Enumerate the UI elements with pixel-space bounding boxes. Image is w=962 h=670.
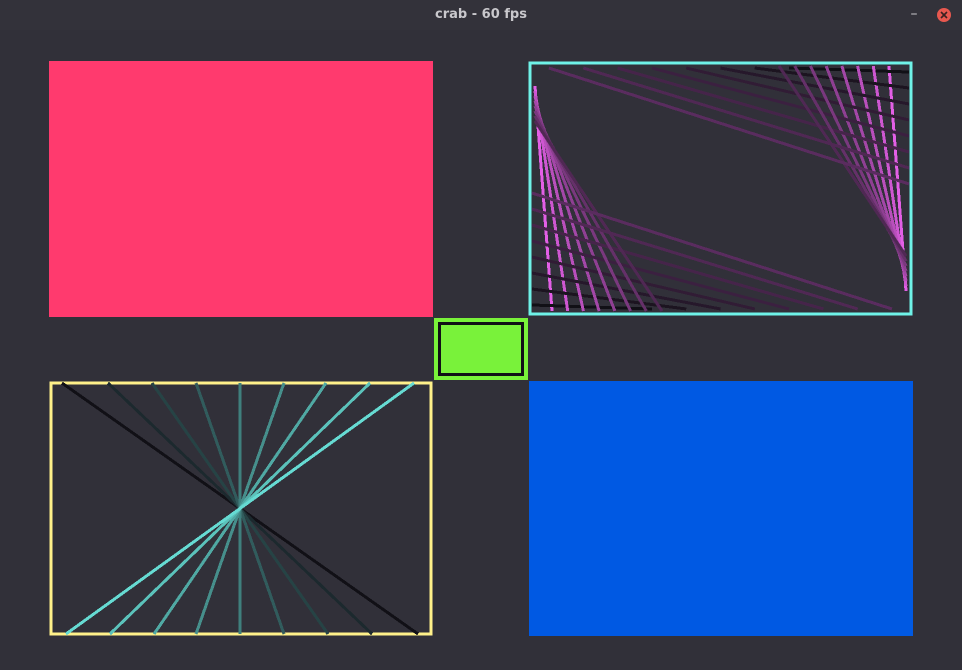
pink-rectangle (49, 61, 433, 317)
blue-rectangle (529, 381, 913, 636)
green-box (434, 318, 528, 380)
fan-lines (61, 381, 419, 636)
close-button[interactable] (937, 8, 951, 22)
curve-line (788, 66, 910, 74)
curves-panel (528, 61, 913, 316)
curve-line (531, 191, 893, 311)
curve-lines (531, 65, 910, 312)
lines-panel (49, 381, 433, 636)
curve-line (548, 66, 910, 186)
minimize-button[interactable]: – (906, 4, 922, 24)
green-box-fill (434, 318, 528, 380)
scene-svg (49, 61, 913, 636)
window-title: crab - 60 fps (435, 7, 527, 22)
render-canvas[interactable] (0, 30, 962, 670)
curve-line (531, 303, 653, 311)
title-bar: crab - 60 fps – (0, 0, 962, 30)
close-icon (940, 11, 948, 19)
